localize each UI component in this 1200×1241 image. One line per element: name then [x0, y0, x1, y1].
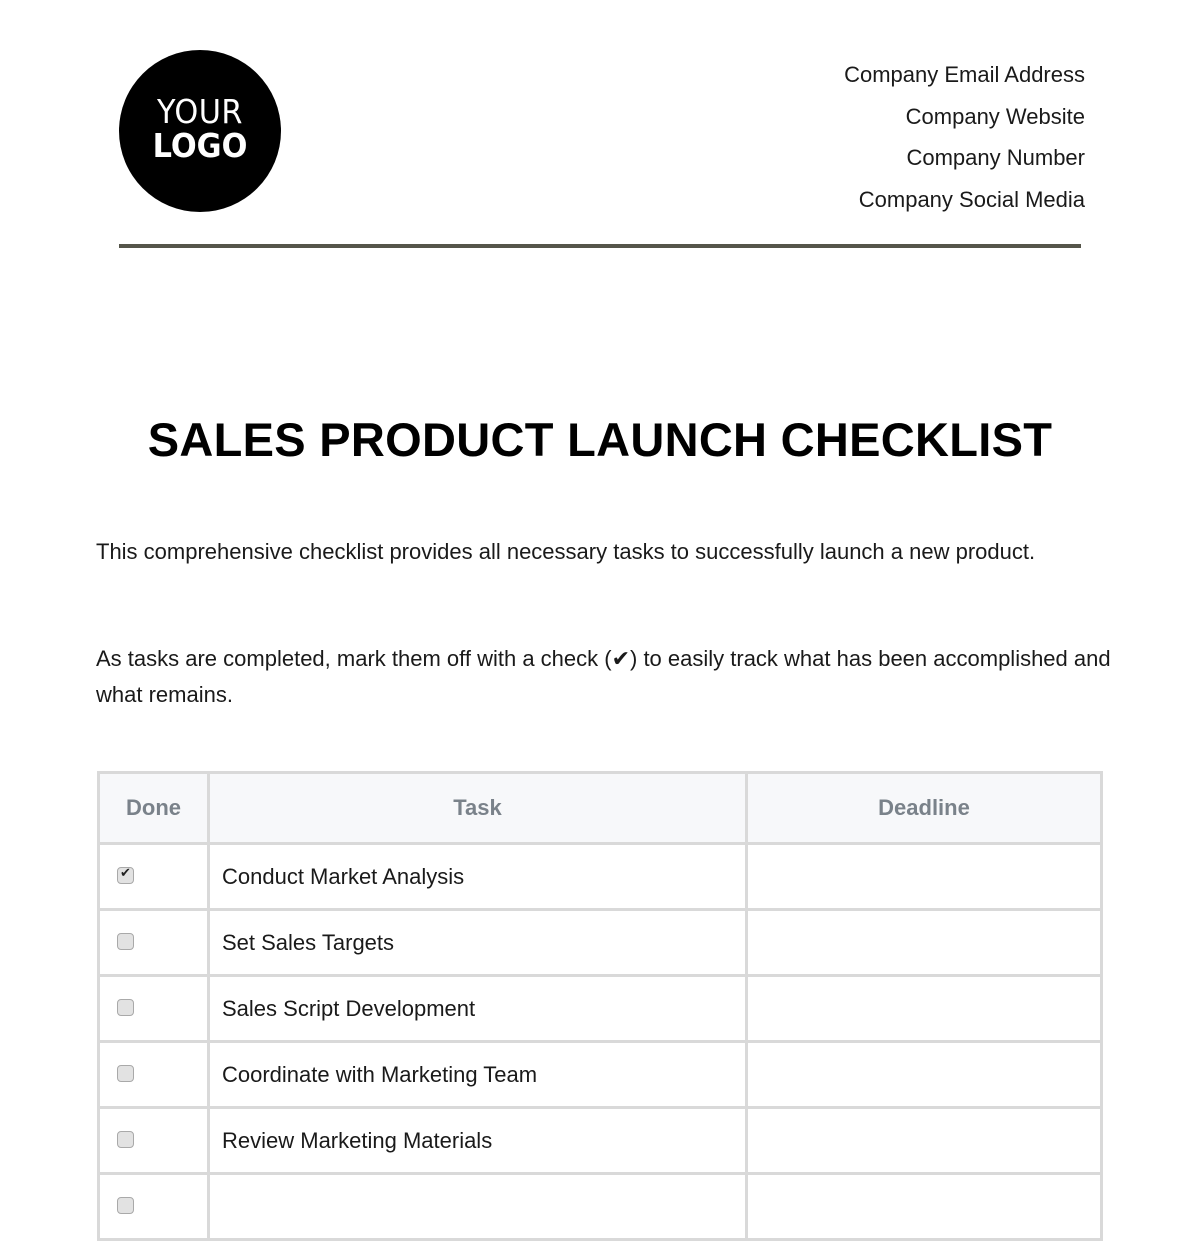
- company-social-media: Company Social Media: [858, 187, 1085, 213]
- company-logo: YOUR LOGO: [119, 50, 281, 212]
- table-row: Coordinate with Marketing Team: [97, 1040, 1103, 1109]
- task-cell[interactable]: Conduct Market Analysis: [207, 842, 748, 911]
- company-contact-info: Company Email Address Company Website Co…: [844, 54, 1085, 221]
- logo-line-1: YOUR: [157, 92, 243, 131]
- task-cell[interactable]: Review Marketing Materials: [207, 1106, 748, 1175]
- done-cell: [97, 1172, 210, 1241]
- company-website: Company Website: [905, 103, 1085, 129]
- done-cell: [97, 1106, 210, 1175]
- checkbox-unchecked[interactable]: [117, 1197, 134, 1215]
- table-header-row: Done Task Deadline: [97, 771, 1103, 845]
- deadline-cell[interactable]: [745, 1172, 1103, 1241]
- checklist-table: Done Task Deadline Conduct Market Analys…: [97, 771, 1103, 1241]
- checkbox-unchecked[interactable]: [117, 1065, 134, 1083]
- header-divider: [119, 244, 1081, 248]
- checkbox-unchecked[interactable]: [117, 933, 134, 951]
- task-cell[interactable]: [207, 1172, 748, 1241]
- header-task: Task: [207, 771, 748, 845]
- task-cell[interactable]: Coordinate with Marketing Team: [207, 1040, 748, 1109]
- company-number: Company Number: [906, 145, 1085, 171]
- table-row: [97, 1172, 1103, 1241]
- done-cell: [97, 974, 210, 1043]
- table-row: Review Marketing Materials: [97, 1106, 1103, 1175]
- checkbox-unchecked[interactable]: [117, 999, 134, 1017]
- deadline-cell[interactable]: [745, 1040, 1103, 1109]
- table-row: Conduct Market Analysis: [97, 842, 1103, 911]
- deadline-cell[interactable]: [745, 974, 1103, 1043]
- deadline-cell[interactable]: [745, 908, 1103, 977]
- done-cell: [97, 908, 210, 977]
- checkbox-unchecked[interactable]: [117, 1131, 134, 1149]
- logo-line-2: LOGO: [152, 126, 248, 165]
- done-cell: [97, 842, 210, 911]
- done-cell: [97, 1040, 210, 1109]
- deadline-cell[interactable]: [745, 842, 1103, 911]
- task-cell[interactable]: Set Sales Targets: [207, 908, 748, 977]
- header-deadline: Deadline: [745, 771, 1103, 845]
- task-cell[interactable]: Sales Script Development: [207, 974, 748, 1043]
- company-email: Company Email Address: [844, 62, 1085, 87]
- table-row: Sales Script Development: [97, 974, 1103, 1043]
- header-done: Done: [97, 771, 210, 845]
- instructions-paragraph: As tasks are completed, mark them off wi…: [96, 646, 1111, 707]
- intro-paragraph: This comprehensive checklist provides al…: [96, 539, 1036, 564]
- table-row: Set Sales Targets: [97, 908, 1103, 977]
- checkbox-checked[interactable]: [117, 866, 134, 885]
- deadline-cell[interactable]: [745, 1106, 1103, 1175]
- page-title: SALES PRODUCT LAUNCH CHECKLIST: [147, 413, 1053, 466]
